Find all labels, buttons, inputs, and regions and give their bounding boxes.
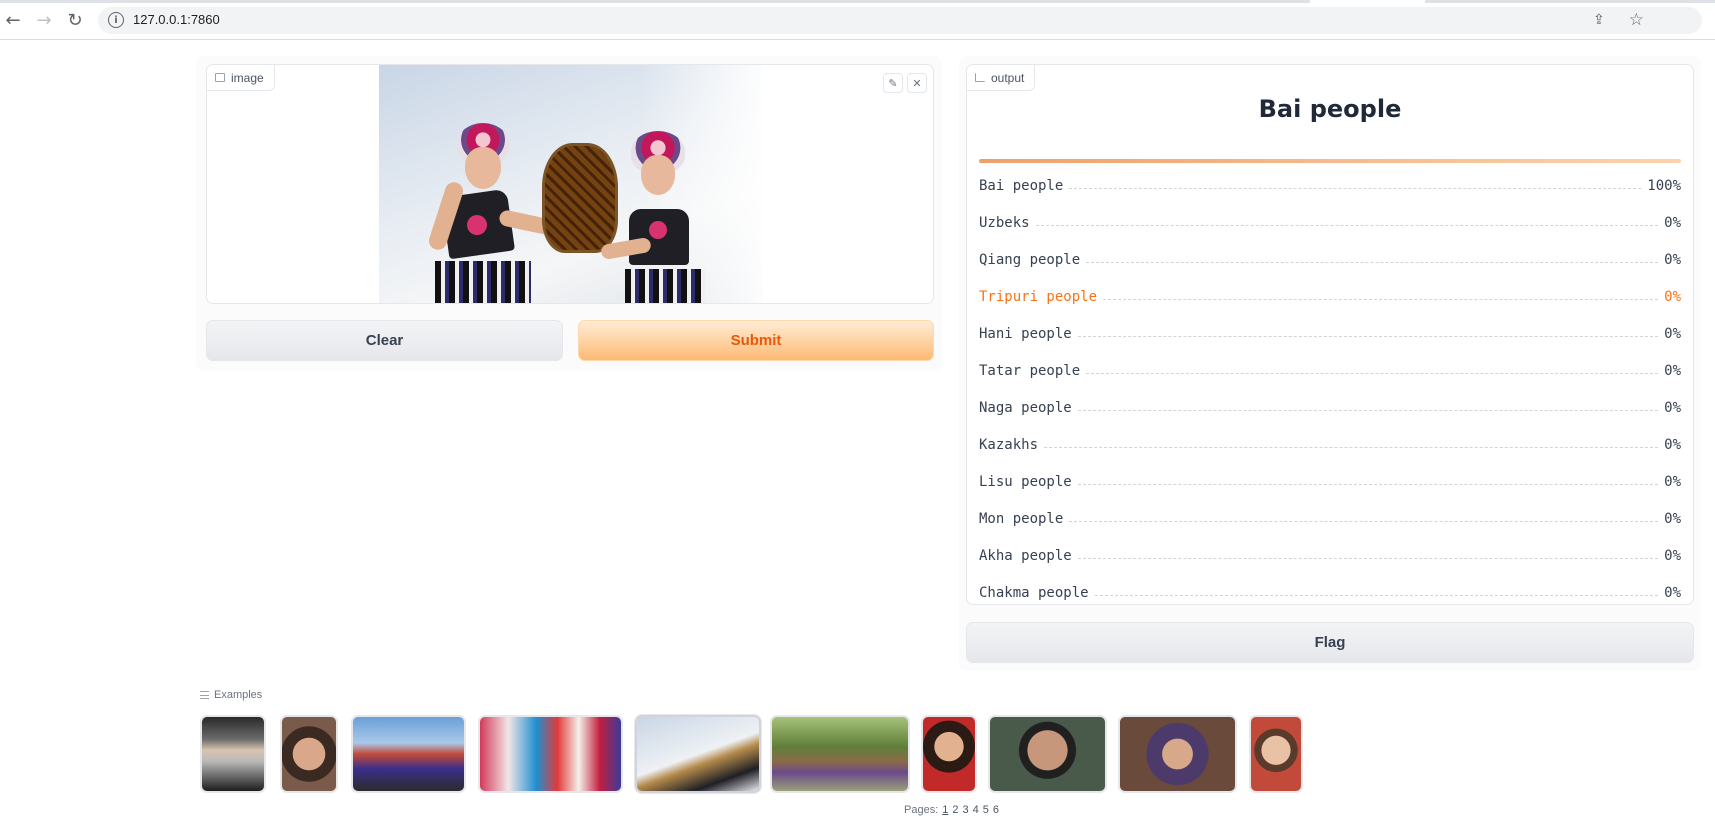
page-link[interactable]: 4 (973, 804, 979, 816)
confidence-row[interactable]: Akha people 0% (979, 537, 1681, 574)
class-confidence: 0% (1658, 473, 1681, 490)
submit-button[interactable]: Submit (578, 320, 934, 361)
site-info-icon[interactable]: i (108, 12, 124, 28)
dotted-leader (1077, 410, 1659, 411)
confidence-row[interactable]: Lisu people 0% (979, 463, 1681, 500)
list-icon (200, 691, 209, 699)
example-thumbnail-selected[interactable] (635, 715, 761, 793)
reload-icon[interactable]: ↻ (64, 9, 86, 31)
class-confidence: 0% (1658, 288, 1681, 305)
class-confidence: 0% (1658, 399, 1681, 416)
example-thumbnail[interactable] (1118, 715, 1237, 793)
confidence-row[interactable]: Tripuri people 0% (979, 278, 1681, 315)
class-confidence: 0% (1658, 214, 1681, 231)
dotted-leader (1044, 447, 1659, 448)
address-bar[interactable]: i 127.0.0.1:7860 ⇪ ☆ (98, 7, 1702, 34)
confidence-list: Bai people 100% Uzbeks 0% Qiang people 0% Trip… (979, 167, 1681, 604)
dotted-leader (1077, 484, 1659, 485)
forward-icon[interactable]: → (33, 9, 55, 31)
output-label-chip: output (967, 65, 1036, 91)
bar-chart-icon (975, 73, 985, 82)
class-confidence: 0% (1658, 362, 1681, 379)
flag-button[interactable]: Flag (966, 622, 1694, 663)
class-name: Uzbeks (979, 214, 1036, 231)
uploaded-photo (379, 65, 762, 303)
top-prediction: Bai people (1258, 95, 1402, 123)
dotted-leader (1069, 188, 1642, 189)
tab-strip (0, 0, 1310, 3)
basket (542, 143, 618, 253)
confidence-row[interactable]: Chakma people 0% (979, 574, 1681, 604)
image-label: image (231, 70, 264, 85)
dotted-leader (1069, 521, 1659, 522)
confidence-row[interactable]: Mon people 0% (979, 500, 1681, 537)
example-thumbnail[interactable] (770, 715, 910, 793)
dotted-leader (1077, 558, 1659, 559)
confidence-row[interactable]: Naga people 0% (979, 389, 1681, 426)
close-icon[interactable]: ✕ (907, 73, 927, 93)
confidence-row[interactable]: Uzbeks 0% (979, 204, 1681, 241)
share-icon[interactable]: ⇪ (1593, 12, 1610, 28)
tab-strip-right (1425, 0, 1715, 3)
edit-icon[interactable]: ✎ (883, 73, 903, 93)
example-thumbnail[interactable] (921, 715, 977, 793)
examples-label: Examples (214, 689, 263, 701)
url-text[interactable]: 127.0.0.1:7860 (133, 12, 220, 27)
dotted-leader (1094, 595, 1659, 596)
class-confidence: 0% (1658, 510, 1681, 527)
class-name: Tripuri people (979, 288, 1104, 305)
class-confidence: 0% (1658, 325, 1681, 342)
image-input[interactable]: image ✎ ✕ (206, 64, 934, 304)
bookmark-star-icon[interactable]: ☆ (1629, 10, 1644, 30)
label-output: output Bai people Bai people 100% Uzbeks 0%… (966, 64, 1694, 605)
confidence-row[interactable]: Tatar people 0% (979, 352, 1681, 389)
pagination: Pages: 123456 (904, 804, 999, 816)
dotted-leader (1103, 299, 1659, 300)
dotted-leader (1035, 225, 1659, 226)
class-confidence: 100% (1641, 177, 1681, 194)
class-name: Mon people (979, 510, 1070, 527)
example-thumbnail[interactable] (280, 715, 338, 793)
class-name: Kazakhs (979, 436, 1045, 453)
clear-button[interactable]: Clear (206, 320, 563, 361)
confidence-row[interactable]: Hani people 0% (979, 315, 1681, 352)
class-confidence: 0% (1658, 547, 1681, 564)
dotted-leader (1077, 336, 1659, 337)
class-name: Bai people (979, 177, 1070, 194)
confidence-row[interactable]: Bai people 100% (979, 167, 1681, 204)
dotted-leader (1086, 373, 1659, 374)
confidence-bar-fill (979, 159, 1681, 163)
class-name: Lisu people (979, 473, 1078, 490)
dotted-leader (1086, 262, 1659, 263)
class-name: Hani people (979, 325, 1078, 342)
examples-header: Examples (200, 689, 262, 701)
page-link[interactable]: 5 (983, 804, 989, 816)
example-thumbnail[interactable] (1249, 715, 1303, 793)
example-thumbnail[interactable] (351, 715, 466, 793)
confidence-row[interactable]: Qiang people 0% (979, 241, 1681, 278)
image-label-chip: image (207, 65, 275, 91)
class-name: Chakma people (979, 584, 1095, 601)
page-link[interactable]: 2 (952, 804, 958, 816)
browser-toolbar: ← → ↻ i 127.0.0.1:7860 ⇪ ☆ (0, 0, 1715, 40)
example-thumbnail[interactable] (478, 715, 623, 793)
page-link[interactable]: 3 (963, 804, 969, 816)
output-label: output (991, 70, 1025, 85)
page-link[interactable]: 6 (993, 804, 999, 816)
class-name: Tatar people (979, 362, 1087, 379)
pages-label: Pages: (904, 804, 939, 816)
class-name: Naga people (979, 399, 1078, 416)
class-confidence: 0% (1658, 436, 1681, 453)
example-thumbnail[interactable] (200, 715, 266, 793)
class-name: Qiang people (979, 251, 1087, 268)
class-confidence: 0% (1658, 251, 1681, 268)
image-icon (215, 73, 225, 82)
confidence-bar (979, 159, 1681, 163)
confidence-row[interactable]: Kazakhs 0% (979, 426, 1681, 463)
back-icon[interactable]: ← (2, 9, 24, 31)
class-name: Akha people (979, 547, 1078, 564)
page-link[interactable]: 1 (942, 804, 948, 816)
example-thumbnail[interactable] (988, 715, 1107, 793)
class-confidence: 0% (1658, 584, 1681, 601)
